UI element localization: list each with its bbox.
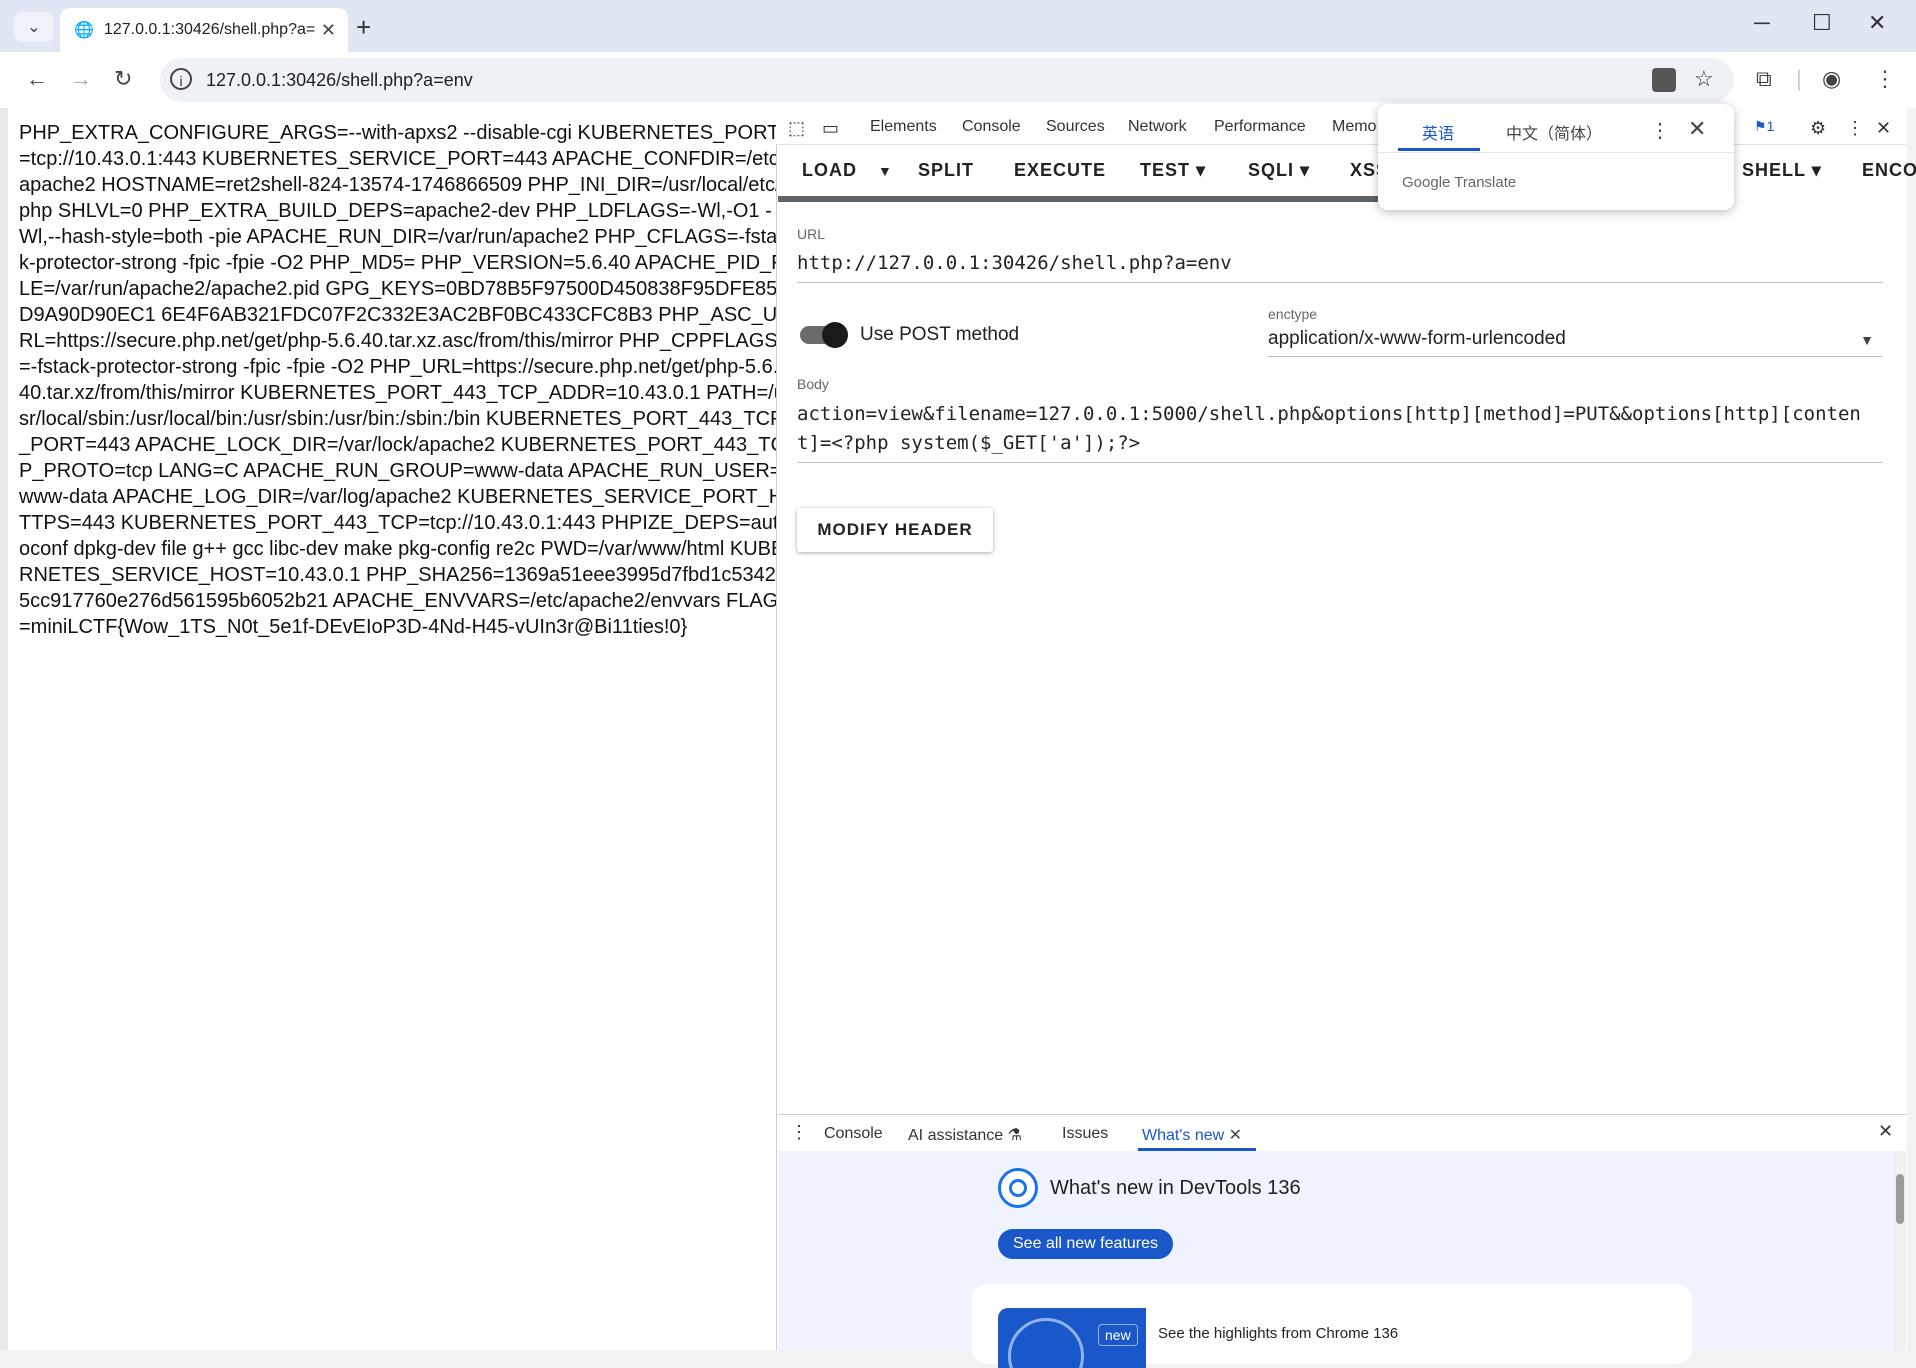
page-content: PHP_EXTRA_CONFIGURE_ARGS=--with-apxs2 --… — [8, 108, 776, 1350]
page-left-edge — [0, 108, 8, 1350]
drawer-tab-console[interactable]: Console — [824, 1125, 883, 1143]
env-output: PHP_EXTRA_CONFIGURE_ARGS=--with-apxs2 --… — [19, 122, 776, 638]
drawer-menu-icon[interactable]: ⋮ — [790, 1122, 808, 1143]
flask-icon: ⚗ — [1007, 1127, 1022, 1144]
globe-icon: 🌐 — [74, 22, 94, 39]
devtools-tab-network[interactable]: Network — [1128, 118, 1187, 136]
enctype-label: enctype — [1268, 306, 1318, 322]
whats-new-title: What's new in DevTools 136 — [1050, 1177, 1301, 1199]
bookmark-star-icon[interactable]: ☆ — [1694, 66, 1714, 92]
devtools-drawer-tabs: ⋮ Console AI assistance ⚗ Issues What's … — [778, 1114, 1906, 1152]
drawer-tab-ai-assistance[interactable]: AI assistance ⚗ — [908, 1125, 1022, 1145]
tab-close-icon[interactable]: ✕ — [1229, 1127, 1242, 1144]
drawer-tab-whats-new[interactable]: What's new ✕ — [1142, 1125, 1242, 1145]
tab-title: 127.0.0.1:30426/shell.php?a= — [103, 21, 316, 38]
device-toggle-icon[interactable]: ▭ — [822, 118, 839, 139]
translate-active-underline — [1398, 148, 1480, 151]
hackbar-progress — [778, 196, 1378, 202]
url-field[interactable]: http://127.0.0.1:30426/shell.php?a=env — [797, 252, 1883, 283]
new-badge: new — [1098, 1324, 1138, 1346]
settings-icon[interactable]: ⚙ — [1810, 118, 1826, 139]
translate-target-tab[interactable]: 中文（简体） — [1506, 120, 1602, 144]
chevron-down-icon: ⌄ — [27, 19, 41, 36]
see-all-features-button[interactable]: See all new features — [998, 1229, 1173, 1259]
dropdown-arrow-icon: ▼ — [1860, 332, 1874, 348]
test-button[interactable]: TEST ▾ — [1140, 160, 1206, 181]
window-close-icon[interactable]: ✕ — [1868, 10, 1886, 36]
shell-button[interactable]: SHELL ▾ — [1742, 160, 1822, 181]
address-bar[interactable]: i 127.0.0.1:30426/shell.php?a=env ☆ — [160, 58, 1734, 102]
toolbar-divider: | — [1796, 66, 1802, 91]
sqli-button[interactable]: SQLI ▾ — [1248, 160, 1310, 181]
browser-tab[interactable]: 🌐 127.0.0.1:30426/shell.php?a= ✕ — [60, 8, 348, 52]
chrome-ring-graphic — [1008, 1318, 1084, 1368]
devtools-tab-sources[interactable]: Sources — [1046, 118, 1105, 136]
drawer-scroll-thumb[interactable] — [1896, 1174, 1904, 1224]
issues-badge[interactable]: ⚑1 — [1754, 118, 1774, 135]
devtools-logo-icon — [998, 1168, 1038, 1208]
translate-icon[interactable] — [1652, 68, 1676, 92]
devtools-tab-console[interactable]: Console — [962, 118, 1021, 136]
drawer-tab-issues[interactable]: Issues — [1062, 1125, 1108, 1143]
tab-close-icon[interactable]: ✕ — [321, 20, 336, 41]
menu-icon[interactable]: ⋮ — [1874, 66, 1896, 92]
load-button[interactable]: LOAD — [802, 160, 857, 181]
devtools-menu-icon[interactable]: ⋮ — [1846, 118, 1864, 139]
encoding-button[interactable]: ENCO — [1862, 160, 1916, 181]
address-url[interactable]: 127.0.0.1:30426/shell.php?a=env — [206, 70, 473, 91]
devtools-tab-memory[interactable]: Memo — [1332, 118, 1376, 136]
profile-icon[interactable]: ◉ — [1822, 66, 1841, 92]
drawer-close-icon[interactable]: ✕ — [1878, 1121, 1893, 1142]
load-dropdown-icon[interactable]: ▼ — [878, 163, 893, 179]
translate-more-icon[interactable]: ⋮ — [1650, 118, 1670, 143]
hackbar-toolbar: LOAD ▼ SPLIT EXECUTE TEST ▾ SQLI ▾ XSS S… — [778, 146, 1916, 198]
post-label: Use POST method — [860, 324, 1020, 345]
devtools-tab-performance[interactable]: Performance — [1214, 118, 1306, 136]
translate-close-icon[interactable]: ✕ — [1688, 116, 1706, 142]
enctype-select[interactable]: application/x-www-form-urlencoded ▼ — [1268, 328, 1882, 357]
post-toggle-knob[interactable] — [822, 322, 848, 348]
tab-search-button[interactable]: ⌄ — [14, 12, 54, 42]
site-info-icon[interactable]: i — [170, 68, 192, 90]
new-tab-button[interactable]: + — [356, 12, 371, 43]
url-label: URL — [797, 226, 826, 242]
body-label: Body — [797, 376, 829, 392]
maximize-icon[interactable]: ☐ — [1812, 10, 1832, 36]
translate-popup: 英语 中文（简体） ⋮ ✕ Google Translate — [1378, 104, 1734, 210]
execute-button[interactable]: EXECUTE — [1014, 160, 1106, 181]
modify-header-button[interactable]: MODIFY HEADER — [797, 508, 993, 552]
reload-icon[interactable]: ↻ — [114, 66, 132, 92]
inspect-icon[interactable]: ⬚ — [788, 118, 805, 139]
split-button[interactable]: SPLIT — [918, 160, 974, 181]
devtools-tabbar: ⬚ ▭ Elements Console Sources Network Per… — [776, 108, 1906, 145]
highlights-text: See the highlights from Chrome 136 — [1158, 1325, 1399, 1342]
enctype-value: application/x-www-form-urlencoded — [1268, 328, 1566, 349]
forward-icon[interactable]: → — [70, 66, 92, 92]
extensions-icon[interactable]: ⧉ — [1756, 66, 1772, 92]
devtools-close-icon[interactable]: ✕ — [1876, 118, 1891, 139]
minimize-icon[interactable]: ─ — [1754, 10, 1770, 36]
translate-divider — [1378, 152, 1734, 153]
back-icon[interactable]: ← — [26, 66, 48, 92]
translate-source-tab[interactable]: 英语 — [1422, 120, 1454, 144]
body-field[interactable]: action=view&filename=127.0.0.1:5000/shel… — [797, 400, 1883, 463]
google-translate-brand: Google Translate — [1402, 174, 1517, 191]
devtools-tab-elements[interactable]: Elements — [870, 118, 937, 136]
